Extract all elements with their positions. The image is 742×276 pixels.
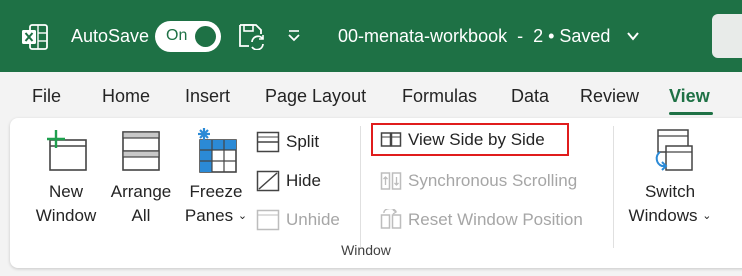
unhide-icon [256, 209, 280, 231]
customize-qat-icon[interactable] [286, 27, 302, 43]
active-tab-indicator [669, 112, 713, 115]
autosave-label: AutoSave [71, 26, 150, 46]
tab-view[interactable]: View [669, 86, 710, 107]
ribbon-tabs: File Home Insert Page Layout Formulas Da… [0, 72, 742, 118]
tab-page-layout[interactable]: Page Layout [265, 86, 366, 107]
arrange-all-label-line2: All [131, 206, 151, 225]
new-window-icon [47, 130, 87, 171]
ribbon-panel: New Window Arrange All Freeze Panes ⌄ Sp… [10, 118, 742, 268]
tab-formulas[interactable]: Formulas [402, 86, 477, 107]
freeze-panes-label-line2: Panes ⌄ [184, 206, 248, 225]
synchronous-scrolling-button[interactable]: Synchronous Scrolling [380, 166, 577, 196]
reset-window-position-button[interactable]: Reset Window Position [380, 205, 583, 235]
chevron-down-icon[interactable] [626, 30, 640, 42]
save-sync-icon[interactable] [237, 22, 265, 50]
toggle-knob [195, 26, 216, 47]
hide-button[interactable]: Hide [256, 166, 321, 196]
switch-windows-icon [655, 129, 693, 171]
synchronous-scrolling-label: Synchronous Scrolling [408, 171, 578, 190]
title-bar: AutoSave On 00-menata-workbook - 2 • Sav… [0, 0, 742, 72]
tab-review[interactable]: Review [580, 86, 639, 107]
switch-windows-button[interactable]: Switch Windows ⌄ [622, 128, 718, 228]
excel-logo-icon [22, 24, 48, 50]
hide-label: Hide [286, 171, 321, 190]
new-window-label-line2: Window [35, 206, 97, 225]
unhide-button[interactable]: Unhide [256, 205, 340, 235]
chevron-down-icon: ⌄ [702, 210, 712, 222]
new-window-button[interactable]: New Window [28, 128, 104, 228]
split-icon [256, 131, 280, 153]
reset-window-position-icon [380, 209, 402, 229]
tab-home[interactable]: Home [102, 86, 150, 107]
freeze-panes-icon [198, 128, 237, 173]
view-side-by-side-label: View Side by Side [408, 130, 545, 149]
split-label: Split [286, 132, 320, 151]
freeze-panes-label-line1: Freeze [189, 182, 243, 201]
autosave-state: On [166, 27, 188, 44]
hide-icon [256, 170, 280, 192]
chevron-down-icon: ⌄ [237, 210, 248, 222]
view-side-by-side-icon [380, 132, 402, 147]
freeze-panes-button[interactable]: Freeze Panes ⌄ [176, 126, 256, 228]
switch-windows-label-line2: Windows ⌄ [628, 206, 712, 225]
arrange-all-label-line1: Arrange [110, 182, 172, 201]
autosave-toggle[interactable]: On [155, 21, 221, 52]
arrange-all-icon [122, 131, 160, 171]
tab-file[interactable]: File [32, 86, 61, 107]
unhide-label: Unhide [286, 210, 340, 229]
tab-data[interactable]: Data [511, 86, 549, 107]
document-title[interactable]: 00-menata-workbook - 2 • Saved [338, 26, 610, 47]
switch-windows-label-line1: Switch [644, 182, 696, 201]
tab-insert[interactable]: Insert [185, 86, 230, 107]
group-label-window: Window [341, 242, 391, 258]
arrange-all-button[interactable]: Arrange All [104, 128, 178, 228]
new-window-label-line1: New [48, 182, 83, 201]
group-divider [613, 126, 614, 248]
synchronous-scrolling-icon [380, 172, 402, 190]
reset-window-position-label: Reset Window Position [408, 210, 583, 229]
search-box[interactable] [712, 14, 742, 58]
split-button[interactable]: Split [256, 127, 319, 157]
group-divider [360, 126, 361, 248]
view-side-by-side-button[interactable]: View Side by Side [380, 125, 545, 155]
